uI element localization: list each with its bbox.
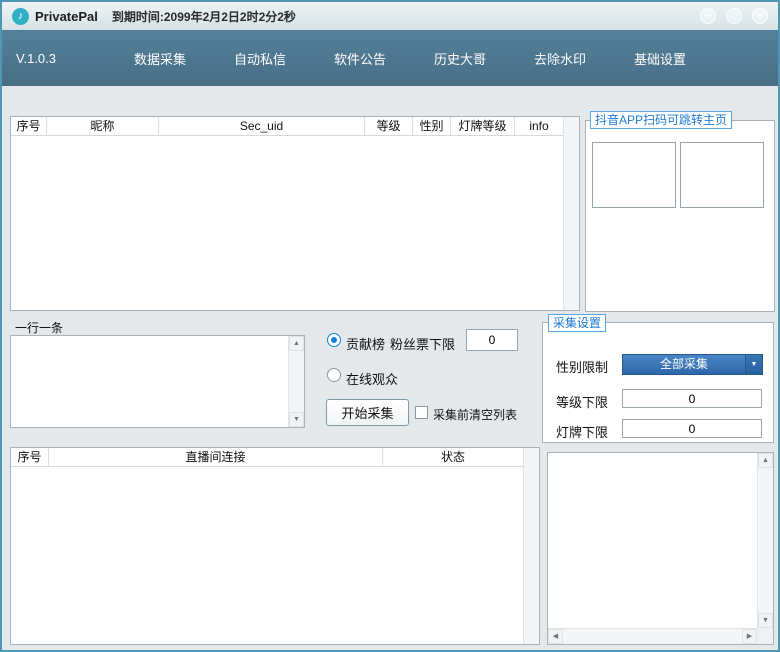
app-window: ♪ PrivatePal 到期时间:2099年2月2日2时2分2秒 — □ ✕ … — [0, 0, 780, 652]
minimize-button[interactable]: — — [700, 8, 716, 24]
log-scroll-up-icon[interactable]: ▲ — [758, 453, 773, 468]
level-limit-input[interactable] — [622, 389, 762, 408]
qr-code-box-2 — [680, 142, 764, 208]
col-live-link: 直播间连接 — [49, 448, 383, 466]
nav-item-settings[interactable]: 基础设置 — [610, 49, 710, 68]
qr-code-box-1 — [592, 142, 676, 208]
maximize-button[interactable]: □ — [726, 8, 742, 24]
col-index: 序号 — [11, 117, 47, 135]
scroll-up-icon[interactable]: ▲ — [289, 336, 304, 351]
qr-panel — [585, 120, 775, 312]
version-text: V.1.0.3 — [16, 51, 94, 66]
fan-ticket-input[interactable] — [466, 329, 518, 351]
col-live-status: 状态 — [383, 448, 523, 466]
clear-list-checkbox-label[interactable]: 采集前清空列表 — [433, 406, 517, 423]
log-scroll-right-icon[interactable]: ▶ — [742, 629, 757, 644]
qr-panel-label: 抖音APP扫码可跳转主页 — [590, 111, 732, 129]
online-audience-radio-label[interactable]: 在线观众 — [346, 369, 398, 388]
lines-input-label: 一行一条 — [15, 319, 63, 336]
room-links-input[interactable]: ▲ ▼ — [10, 335, 305, 428]
close-button[interactable]: ✕ — [752, 8, 768, 24]
log-scroll-left-icon[interactable]: ◀ — [548, 629, 563, 644]
log-text — [550, 455, 755, 626]
gender-limit-label: 性别限制 — [556, 357, 608, 376]
user-result-table: 序号 昵称 Sec_uid 等级 性别 灯牌等级 info — [10, 116, 580, 311]
minimize-icon: — — [704, 11, 712, 20]
gender-dropdown-value: 全部采集 — [623, 355, 745, 374]
contribution-radio-label[interactable]: 贡献榜 — [346, 334, 385, 353]
scroll-down-icon[interactable]: ▼ — [289, 412, 304, 427]
clear-list-checkbox[interactable] — [415, 406, 428, 419]
settings-panel: 性别限制 全部采集 ▼ 等级下限 灯牌下限 — [542, 322, 774, 443]
gender-limit-dropdown[interactable]: 全部采集 ▼ — [622, 354, 763, 375]
nav-item-history[interactable]: 历史大哥 — [410, 49, 510, 68]
chevron-down-icon[interactable]: ▼ — [745, 355, 762, 374]
log-output-area: ▲ ▼ ◀ ▶ — [547, 452, 774, 645]
online-audience-radio[interactable] — [327, 368, 341, 382]
badge-limit-input[interactable] — [622, 419, 762, 438]
nav-item-auto-dm[interactable]: 自动私信 — [210, 49, 310, 68]
app-logo-icon: ♪ — [12, 8, 29, 25]
expiry-time-text: 到期时间:2099年2月2日2时2分2秒 — [112, 8, 296, 25]
start-collect-button[interactable]: 开始采集 — [326, 399, 409, 426]
user-table-scrollbar[interactable] — [563, 117, 579, 310]
col-badge-level: 灯牌等级 — [451, 117, 515, 135]
col-info: info — [515, 117, 563, 135]
window-controls: — □ ✕ — [700, 8, 768, 24]
close-icon: ✕ — [757, 11, 764, 20]
live-table-header: 序号 直播间连接 状态 — [11, 448, 539, 467]
nav-item-watermark[interactable]: 去除水印 — [510, 49, 610, 68]
main-navbar: V.1.0.3 数据采集 自动私信 软件公告 历史大哥 去除水印 基础设置 — [2, 30, 778, 86]
music-note-icon: ♪ — [18, 10, 24, 22]
col-nickname: 昵称 — [47, 117, 159, 135]
room-links-text[interactable] — [13, 338, 286, 425]
badge-limit-label: 灯牌下限 — [556, 422, 608, 441]
app-title: PrivatePal — [35, 9, 98, 24]
log-horizontal-scrollbar[interactable] — [548, 628, 757, 644]
col-level: 等级 — [365, 117, 413, 135]
settings-panel-label: 采集设置 — [548, 314, 606, 332]
live-table-scrollbar[interactable] — [523, 448, 539, 644]
titlebar: ♪ PrivatePal 到期时间:2099年2月2日2时2分2秒 — □ ✕ — [2, 2, 778, 30]
col-secuid: Sec_uid — [159, 117, 365, 135]
log-scroll-down-icon[interactable]: ▼ — [758, 613, 773, 628]
nav-item-data-collect[interactable]: 数据采集 — [110, 49, 210, 68]
nav-menu: 数据采集 自动私信 软件公告 历史大哥 去除水印 基础设置 — [110, 49, 710, 68]
log-vertical-scrollbar[interactable] — [757, 453, 773, 628]
user-table-header: 序号 昵称 Sec_uid 等级 性别 灯牌等级 info — [11, 117, 579, 136]
level-limit-label: 等级下限 — [556, 392, 608, 411]
scrollbar-corner — [757, 628, 773, 644]
fan-ticket-label: 粉丝票下限 — [390, 334, 455, 353]
col-live-index: 序号 — [11, 448, 49, 466]
contribution-radio[interactable] — [327, 333, 341, 347]
live-room-table: 序号 直播间连接 状态 — [10, 447, 540, 645]
nav-item-announcement[interactable]: 软件公告 — [310, 49, 410, 68]
col-gender: 性别 — [413, 117, 451, 135]
maximize-icon: □ — [732, 11, 737, 20]
